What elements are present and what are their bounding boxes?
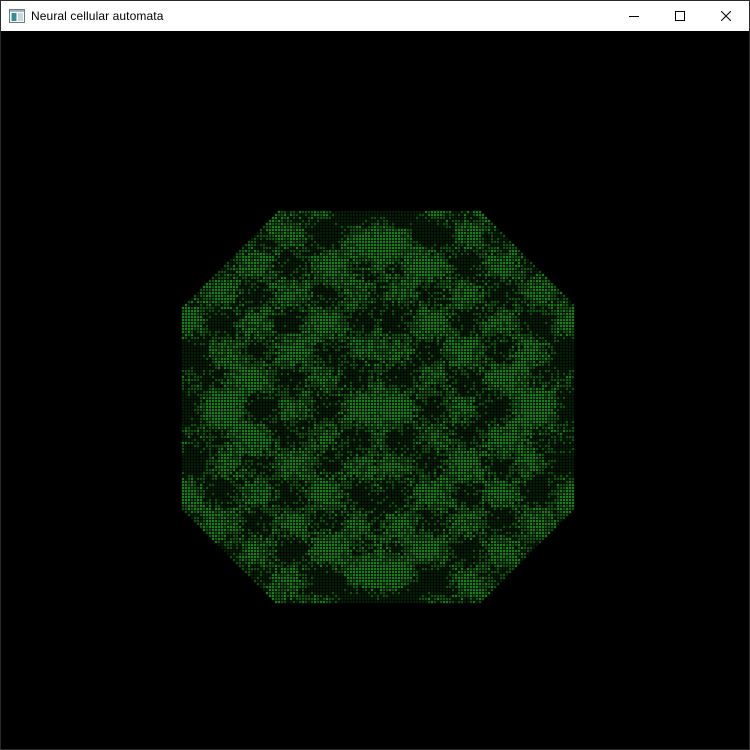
- app-icon: [9, 8, 25, 24]
- simulation-viewport[interactable]: [1, 31, 749, 749]
- maximize-button[interactable]: [657, 1, 703, 31]
- app-window: Neural cellular automata: [0, 0, 750, 750]
- close-icon: [721, 11, 731, 21]
- cellular-automata-canvas[interactable]: [1, 31, 749, 749]
- window-title: Neural cellular automata: [31, 9, 164, 23]
- minimize-button[interactable]: [611, 1, 657, 31]
- title-bar[interactable]: Neural cellular automata: [1, 1, 749, 31]
- minimize-icon: [629, 16, 639, 17]
- window-controls: [611, 1, 749, 31]
- close-button[interactable]: [703, 1, 749, 31]
- maximize-icon: [675, 11, 685, 21]
